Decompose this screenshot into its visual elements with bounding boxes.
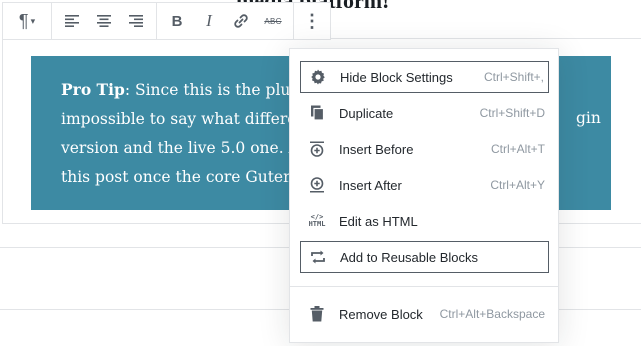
- more-vertical-icon: ⋮: [303, 10, 321, 31]
- menu-item-label: Duplicate: [339, 105, 394, 121]
- align-left-button[interactable]: [56, 5, 88, 37]
- block-switcher-group: ¶ ▾: [3, 3, 52, 39]
- menu-item-edit-as-html[interactable]: </> HTML Edit as HTML: [300, 205, 549, 237]
- bold-icon: B: [171, 12, 183, 30]
- link-icon: [234, 14, 248, 28]
- menu-item-shortcut: Ctrl+Alt+T: [490, 142, 545, 156]
- align-left-icon: [65, 15, 79, 27]
- tip-text-line: : Since this is the plugi: [124, 81, 306, 99]
- menu-item-label: Hide Block Settings: [340, 69, 453, 85]
- tip-text-fragment: gin: [576, 109, 601, 127]
- link-button[interactable]: [225, 5, 257, 37]
- insert-before-icon: [307, 139, 327, 159]
- strikethrough-icon: ABC: [264, 16, 282, 26]
- menu-item-shortcut: Ctrl+Shift+,: [483, 70, 544, 84]
- menu-item-shortcut: Ctrl+Shift+D: [479, 106, 545, 120]
- italic-icon: I: [206, 11, 212, 30]
- tip-text-line: this post once the core Gutenb: [61, 168, 304, 186]
- menu-item-label: Remove Block: [339, 306, 423, 322]
- tip-text-line: impossible to say what differe: [61, 110, 297, 128]
- menu-item-shortcut: Ctrl+Alt+Y: [490, 178, 545, 192]
- menu-item-label: Insert Before: [339, 141, 414, 157]
- gear-icon: [308, 67, 328, 87]
- italic-button[interactable]: I: [193, 5, 225, 37]
- bold-button[interactable]: B: [161, 5, 193, 37]
- html-icon: </> HTML: [308, 213, 326, 228]
- align-right-button[interactable]: [120, 5, 152, 37]
- block-toolbar: ¶ ▾ B I ABC ⋮: [2, 2, 331, 40]
- block-settings-menu: Hide Block Settings Ctrl+Shift+, Duplica…: [289, 48, 559, 343]
- align-right-icon: [129, 15, 143, 27]
- menu-item-insert-after[interactable]: Insert After Ctrl+Alt+Y: [300, 169, 549, 201]
- formatting-group: B I ABC: [157, 3, 294, 39]
- menu-item-shortcut: Ctrl+Alt+Backspace: [439, 307, 545, 321]
- menu-item-label: Insert After: [339, 177, 402, 193]
- more-options-group: ⋮: [294, 3, 330, 39]
- menu-item-add-to-reusable-blocks[interactable]: Add to Reusable Blocks: [300, 241, 549, 273]
- menu-item-duplicate[interactable]: Duplicate Ctrl+Shift+D: [300, 97, 549, 129]
- strikethrough-button[interactable]: ABC: [257, 5, 289, 37]
- chevron-down-icon: ▾: [30, 15, 36, 26]
- paragraph-icon: ¶: [18, 10, 29, 31]
- tip-text-line: version and the live 5.0 one. A: [61, 139, 300, 157]
- menu-item-hide-block-settings[interactable]: Hide Block Settings Ctrl+Shift+,: [300, 61, 549, 93]
- pro-tip-lead: Pro Tip: [61, 80, 125, 99]
- duplicate-icon: [307, 103, 327, 123]
- reusable-block-icon: [308, 247, 328, 267]
- html-icon-text: HTML: [308, 220, 326, 228]
- align-center-button[interactable]: [88, 5, 120, 37]
- insert-after-icon: [307, 175, 327, 195]
- menu-item-label: Add to Reusable Blocks: [340, 249, 479, 265]
- menu-item-label: Edit as HTML: [339, 213, 418, 229]
- trash-icon: [307, 304, 327, 324]
- menu-item-insert-before[interactable]: Insert Before Ctrl+Alt+T: [300, 133, 549, 165]
- more-options-button[interactable]: ⋮: [298, 5, 326, 37]
- alignment-group: [52, 3, 157, 39]
- menu-separator: [290, 286, 558, 287]
- align-center-icon: [97, 15, 111, 27]
- block-switcher-button[interactable]: ¶ ▾: [7, 5, 47, 37]
- menu-item-remove-block[interactable]: Remove Block Ctrl+Alt+Backspace: [300, 298, 549, 330]
